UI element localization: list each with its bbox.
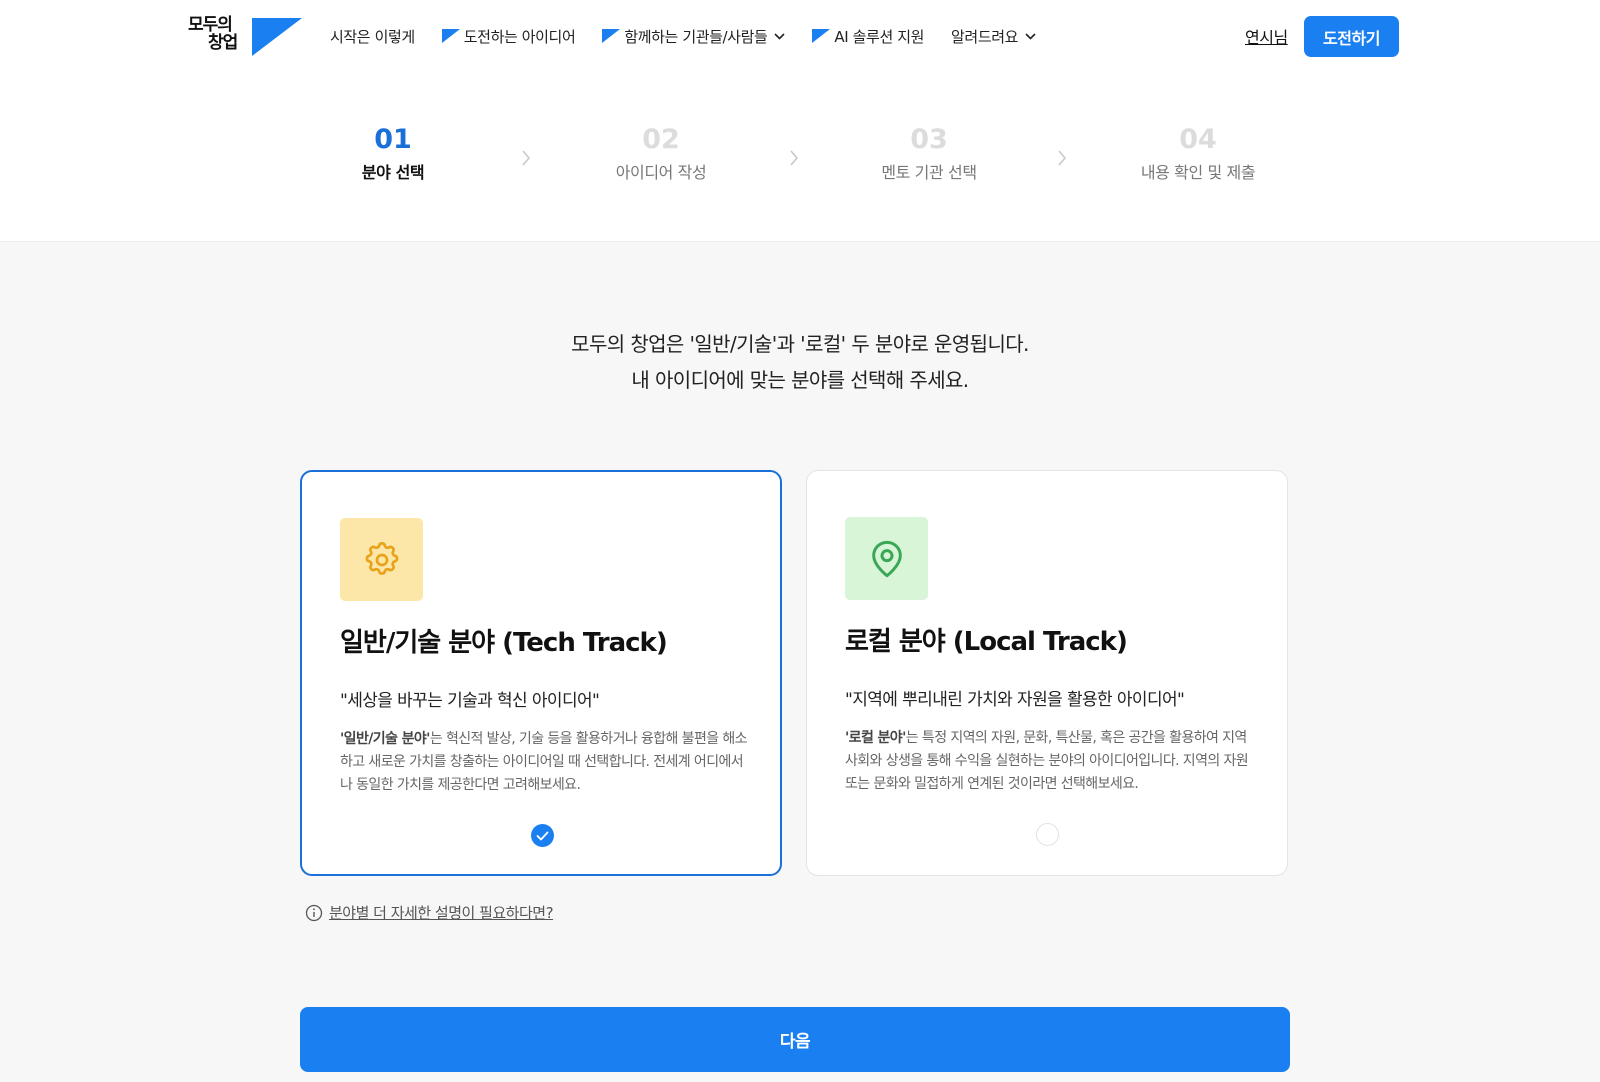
check-icon [536,831,549,840]
nav-label: 알려드려요 [951,27,1019,46]
next-button[interactable]: 다음 [300,1007,1290,1072]
intro-line2: 내 아이디어에 맞는 분야를 선택해 주세요. [631,368,969,392]
card-desc-text: 는 특정 지역의 자원, 문화, 특산물, 혹은 공간을 활용하여 지역사회와 … [845,730,1249,792]
card-icon-box [340,518,423,601]
chevron-right-icon [522,150,531,166]
step-1: 01 분야 선택 [293,124,493,183]
chevron-right-icon [790,150,799,166]
flag-icon [602,29,621,43]
nav-item-ai-solution[interactable]: AI 솔루션 지원 [812,26,924,47]
nav-label: 함께하는 기관들/사람들 [624,27,768,46]
nav-label: 시작은 이렇게 [330,27,415,46]
flag-icon [812,29,831,43]
step-number: 04 [1179,124,1217,155]
intro-text: 모두의 창업은 '일반/기술'과 '로컬' 두 분야로 운영됩니다. 내 아이디… [0,326,1600,398]
top-header: 모두의 창업 시작은 이렇게 도전하는 아이디어 함께하는 기관들/사람들 AI… [0,0,1600,72]
card-desc-bold: '일반/기술 분야' [340,731,430,747]
card-title: 로컬 분야 (Local Track) [845,627,1128,657]
track-radio-local[interactable] [1036,823,1059,846]
card-description: '로컬 분야'는 특정 지역의 자원, 문화, 특산물, 혹은 공간을 활용하여… [845,727,1253,796]
nav-item-partners[interactable]: 함께하는 기관들/사람들 [602,26,785,47]
chevron-down-icon [774,32,785,40]
track-card-local[interactable]: 로컬 분야 (Local Track) "지역에 뿌리내린 가치와 자원을 활용… [806,470,1288,876]
logo-text: 모두의 창업 [188,16,250,52]
step-number: 02 [642,124,680,155]
nav-item-notice[interactable]: 알려드려요 [951,26,1036,47]
challenge-button[interactable]: 도전하기 [1304,16,1399,57]
card-quote: "세상을 바꾸는 기술과 혁신 아이디어" [340,691,600,711]
flag-icon [441,29,460,43]
step-label: 아이디어 작성 [615,163,707,182]
card-quote: "지역에 뿌리내린 가치와 자원을 활용한 아이디어" [845,690,1185,710]
chevron-right-icon [1058,150,1067,166]
logo-line1: 모두의 [188,15,233,35]
step-indicator: 01 분야 선택 02 아이디어 작성 03 멘토 기관 선택 04 내용 확인… [0,72,1600,242]
intro-line1: 모두의 창업은 '일반/기술'과 '로컬' 두 분야로 운영됩니다. [571,332,1029,356]
info-icon [305,904,323,921]
map-pin-icon [871,540,902,577]
help-link[interactable]: 분야별 더 자세한 설명이 필요하다면? [305,902,554,923]
step-number: 03 [910,124,948,155]
chevron-down-icon [1025,32,1036,40]
track-radio-tech[interactable] [531,824,554,847]
user-name-link[interactable]: 연시님 [1245,24,1288,48]
logo-line2: 창업 [208,33,238,53]
flag-logo-icon [252,18,302,56]
card-desc-bold: '로컬 분야' [845,730,906,746]
nav-item-ideas[interactable]: 도전하는 아이디어 [441,26,576,47]
track-card-tech[interactable]: 일반/기술 분야 (Tech Track) "세상을 바꾸는 기술과 혁신 아이… [300,470,782,876]
site-logo[interactable]: 모두의 창업 [188,16,306,56]
step-label: 멘토 기관 선택 [881,163,977,182]
main-nav: 시작은 이렇게 도전하는 아이디어 함께하는 기관들/사람들 AI 솔루션 지원… [330,24,1063,48]
nav-label: 도전하는 아이디어 [463,27,576,46]
step-2: 02 아이디어 작성 [561,124,761,183]
card-icon-box [845,517,928,600]
step-3: 03 멘토 기관 선택 [829,124,1029,183]
gear-icon [365,541,398,575]
step-label: 분야 선택 [361,163,425,182]
step-label: 내용 확인 및 제출 [1140,163,1256,182]
help-link-text: 분야별 더 자세한 설명이 필요하다면? [329,904,554,922]
step-4: 04 내용 확인 및 제출 [1098,124,1298,183]
nav-item-start[interactable]: 시작은 이렇게 [330,26,415,47]
nav-label: AI 솔루션 지원 [834,27,925,46]
step-number: 01 [374,124,412,155]
card-description: '일반/기술 분야'는 혁신적 발상, 기술 등을 활용하거나 융합해 불편을 … [340,728,748,797]
card-title: 일반/기술 분야 (Tech Track) [340,628,668,658]
